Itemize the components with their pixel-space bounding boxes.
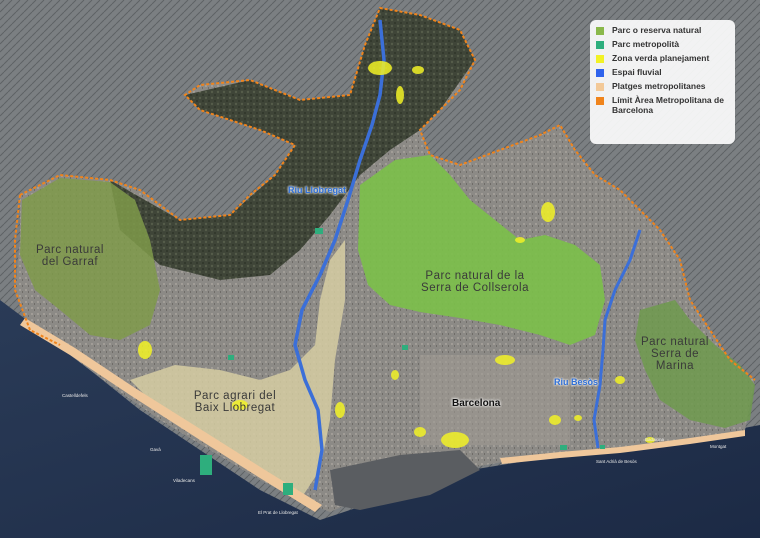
legend-swatch <box>596 27 604 35</box>
legend-swatch <box>596 69 604 77</box>
label-river-llobregat: Riu Llobregat <box>288 185 346 195</box>
legend-swatch <box>596 55 604 63</box>
legend-item: Espai fluvial <box>596 67 729 77</box>
label-park-garraf: Parc natural del Garraf <box>35 244 104 268</box>
label-montgat: Montgat <box>710 444 727 449</box>
label-river-besos: Riu Besòs <box>554 377 599 387</box>
legend-label: Espai fluvial <box>612 67 662 77</box>
legend-label: Platges metropolitanes <box>612 81 706 91</box>
label-city-barcelona: Barcelona <box>452 398 501 409</box>
legend-item: Platges metropolitanes <box>596 81 729 91</box>
legend-swatch <box>596 41 604 49</box>
legend-item: Límit Àrea Metropolitana de Barcelona <box>596 95 729 115</box>
label-gava: Gavà <box>150 447 161 452</box>
label-park-baix-llobregat: Parc agrari del Baix Llobregat <box>193 390 277 414</box>
legend-swatch <box>596 83 604 91</box>
map-legend: Parc o reserva natural Parc metropolità … <box>590 20 735 144</box>
label-badalona: Badalona <box>645 437 665 442</box>
legend-item: Zona verda planejament <box>596 53 729 63</box>
legend-label: Parc metropolità <box>612 39 680 49</box>
legend-label: Zona verda planejament <box>612 53 710 63</box>
label-park-marina: Parc natural Serra de Marina <box>640 336 709 372</box>
label-castelldefels: Castelldefels <box>62 393 88 398</box>
label-viladecans: Viladecans <box>173 478 195 483</box>
legend-swatch <box>596 97 604 105</box>
legend-item: Parc metropolità <box>596 39 729 49</box>
label-sant-adria: Sant Adrià de Besòs <box>596 459 637 464</box>
legend-label: Límit Àrea Metropolitana de Barcelona <box>612 95 724 115</box>
metropolitan-map: Parc natural del Garraf Parc natural de … <box>0 0 760 538</box>
legend-item: Parc o reserva natural <box>596 25 729 35</box>
label-el-prat: El Prat de Llobregat <box>258 510 298 515</box>
legend-label: Parc o reserva natural <box>612 25 702 35</box>
label-park-collserola: Parc natural de la Serra de Collserola <box>421 270 529 294</box>
